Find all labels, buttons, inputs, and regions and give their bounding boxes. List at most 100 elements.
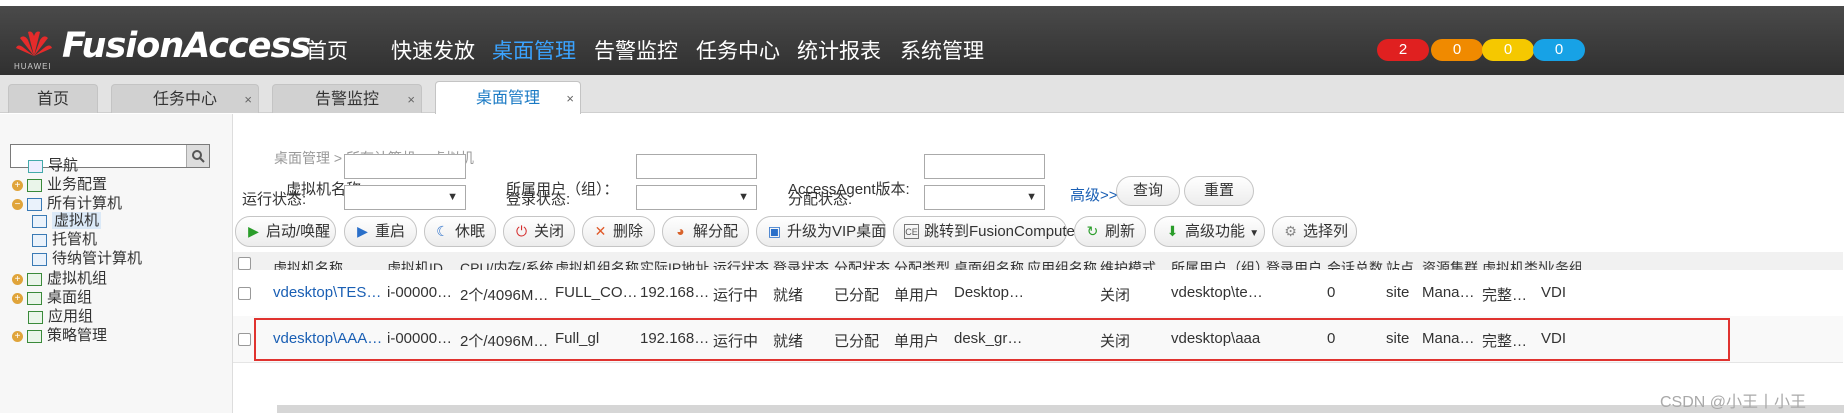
logo-caption: HUAWEI [14,62,52,71]
fusioncompute-icon: CE [904,224,919,239]
table-cell: 已分配 [834,287,880,304]
alert-minor-badge[interactable]: 0 [1482,39,1534,61]
table-cell: Mana… [1422,284,1475,301]
close-icon[interactable]: × [407,85,415,115]
tree-item-vm[interactable]: 虚拟机 [32,209,102,230]
table-cell: 192.168.… [640,330,712,347]
table-cell: Full_gl [555,330,600,347]
close-icon[interactable]: × [244,85,252,115]
horizontal-scrollbar[interactable] [277,405,1844,413]
table-cell: 就绪 [773,333,804,350]
tree-item-policy[interactable]: + 策略管理 [12,324,107,345]
chevron-down-icon: ▼ [1249,228,1260,239]
alert-major-badge[interactable]: 0 [1431,39,1483,61]
vm-name-link[interactable]: vdesktop\TEST… [273,284,383,301]
nav-desktop-management[interactable]: 桌面管理 [492,35,576,65]
tab-home[interactable]: 首页 [8,84,98,113]
table-cell: 单用户 [894,287,940,304]
table-cell: 运行中 [713,333,759,350]
tree-item-hosted-machine[interactable]: 托管机 [32,228,97,249]
advanced-functions-dropdown[interactable]: ⬇ 高级功能 ▼ [1154,216,1265,247]
table-cell: 关闭 [1100,333,1131,350]
assign-state-label: 分配状态: [788,191,853,208]
pending-computer-icon [32,252,47,266]
expand-icon[interactable]: + [12,292,23,304]
hibernate-button[interactable]: ☾ 休眠 [424,216,496,247]
nav-alarm-monitor[interactable]: 告警监控 [594,35,678,65]
table-cell: 就绪 [773,287,804,304]
vm-group-icon [27,272,42,286]
restart-icon: ▶ [357,223,368,239]
table-cell: vdesktop\tes… [1171,284,1265,301]
tab-bar: 首页 任务中心 × 告警监控 × 桌面管理 × [0,75,1844,114]
table-row[interactable]: vdesktop\TEST… i-000001… 2个/4096MB/… FUL… [233,270,1843,317]
desktop-group-icon [27,291,42,305]
start-wake-button[interactable]: ▶ 启动/唤醒 [235,216,336,247]
alert-critical-badge[interactable]: 2 [1377,39,1429,61]
refresh-icon: ↻ [1086,223,1099,239]
expand-icon[interactable]: + [12,179,23,191]
table-cell: 2个/4096MB/… [460,333,554,350]
row-checkbox[interactable] [238,333,251,346]
nav-quick-deploy[interactable]: 快速发放 [391,35,475,65]
select-columns-button[interactable]: ⚙ 选择列 [1272,216,1357,247]
nav-system-management[interactable]: 系统管理 [900,35,984,65]
shutdown-button[interactable]: ⏻ 关闭 [503,216,575,247]
goto-fusioncompute-button[interactable]: CE 跳转到FusionCompute [893,216,1075,247]
assign-state-select[interactable] [924,185,1045,210]
table-cell: 完整… [1482,333,1528,350]
select-all-checkbox[interactable] [238,257,251,270]
config-icon [27,178,42,192]
table-cell: Desktop… [954,284,1025,301]
hosted-machine-icon [32,233,47,247]
nav-home[interactable]: 首页 [306,35,348,65]
pie-icon: ◕ [676,223,685,239]
tree-item-vm-group[interactable]: + 虚拟机组 [12,267,107,288]
tab-task-center[interactable]: 任务中心 × [111,84,259,113]
expand-icon[interactable]: + [12,273,23,285]
run-state-select[interactable] [344,185,466,210]
close-icon[interactable]: × [566,82,574,116]
restart-button[interactable]: ▶ 重启 [344,216,417,247]
user-input[interactable] [636,154,757,179]
arrow-down-icon: ⬇ [1166,223,1179,239]
table-cell: Mana… [1422,330,1475,347]
nav-reports[interactable]: 统计报表 [797,35,881,65]
table-cell: 192.168.… [640,284,712,301]
query-button[interactable]: 查询 [1116,176,1180,206]
unassign-button[interactable]: ◕ 解分配 [662,216,749,247]
reset-button[interactable]: 重置 [1184,176,1254,206]
tab-alarm-monitor[interactable]: 告警监控 × [272,84,422,113]
collapse-icon[interactable]: − [12,198,23,210]
vm-name-input[interactable] [344,154,466,179]
expand-icon[interactable]: + [12,330,23,342]
table-cell: 完整… [1482,287,1528,304]
agent-version-input[interactable] [924,154,1045,179]
tree-item-desktop-group[interactable]: + 桌面组 [12,286,92,307]
table-cell: 已分配 [834,333,880,350]
tree-item-pending-computers[interactable]: 待纳管计算机 [32,247,142,268]
power-icon: ⏻ [515,223,528,239]
login-state-label: 登录状态: [506,191,571,208]
table-cell: site [1386,284,1410,301]
table-cell: VDI [1541,330,1567,347]
refresh-button[interactable]: ↻ 刷新 [1074,216,1146,247]
alert-warning-badge[interactable]: 0 [1533,39,1585,61]
table-cell: VDI [1541,284,1567,301]
tab-desktop-management[interactable]: 桌面管理 × [435,81,581,114]
nav-task-center[interactable]: 任务中心 [696,35,780,65]
upgrade-vip-button[interactable]: ▣ 升级为VIP桌面 [756,216,886,247]
tree-item-business-config[interactable]: + 业务配置 [12,173,107,194]
row-checkbox[interactable] [238,287,251,300]
table-cell: 运行中 [713,287,759,304]
search-icon[interactable] [186,145,209,167]
delete-button[interactable]: ✕ 删除 [582,216,655,247]
navigation-icon [28,159,43,173]
login-state-select[interactable] [636,185,757,210]
table-row[interactable]: vdesktop\AAA01 i-000001… 2个/4096MB/… Ful… [233,316,1843,363]
policy-icon [27,329,42,343]
advanced-search-link[interactable]: 高级>> [1070,184,1118,205]
tree-item-app-group[interactable]: 应用组 [28,305,93,326]
vm-name-link[interactable]: vdesktop\AAA01 [273,330,383,347]
tree-item-navigation[interactable]: 导航 [28,154,78,175]
